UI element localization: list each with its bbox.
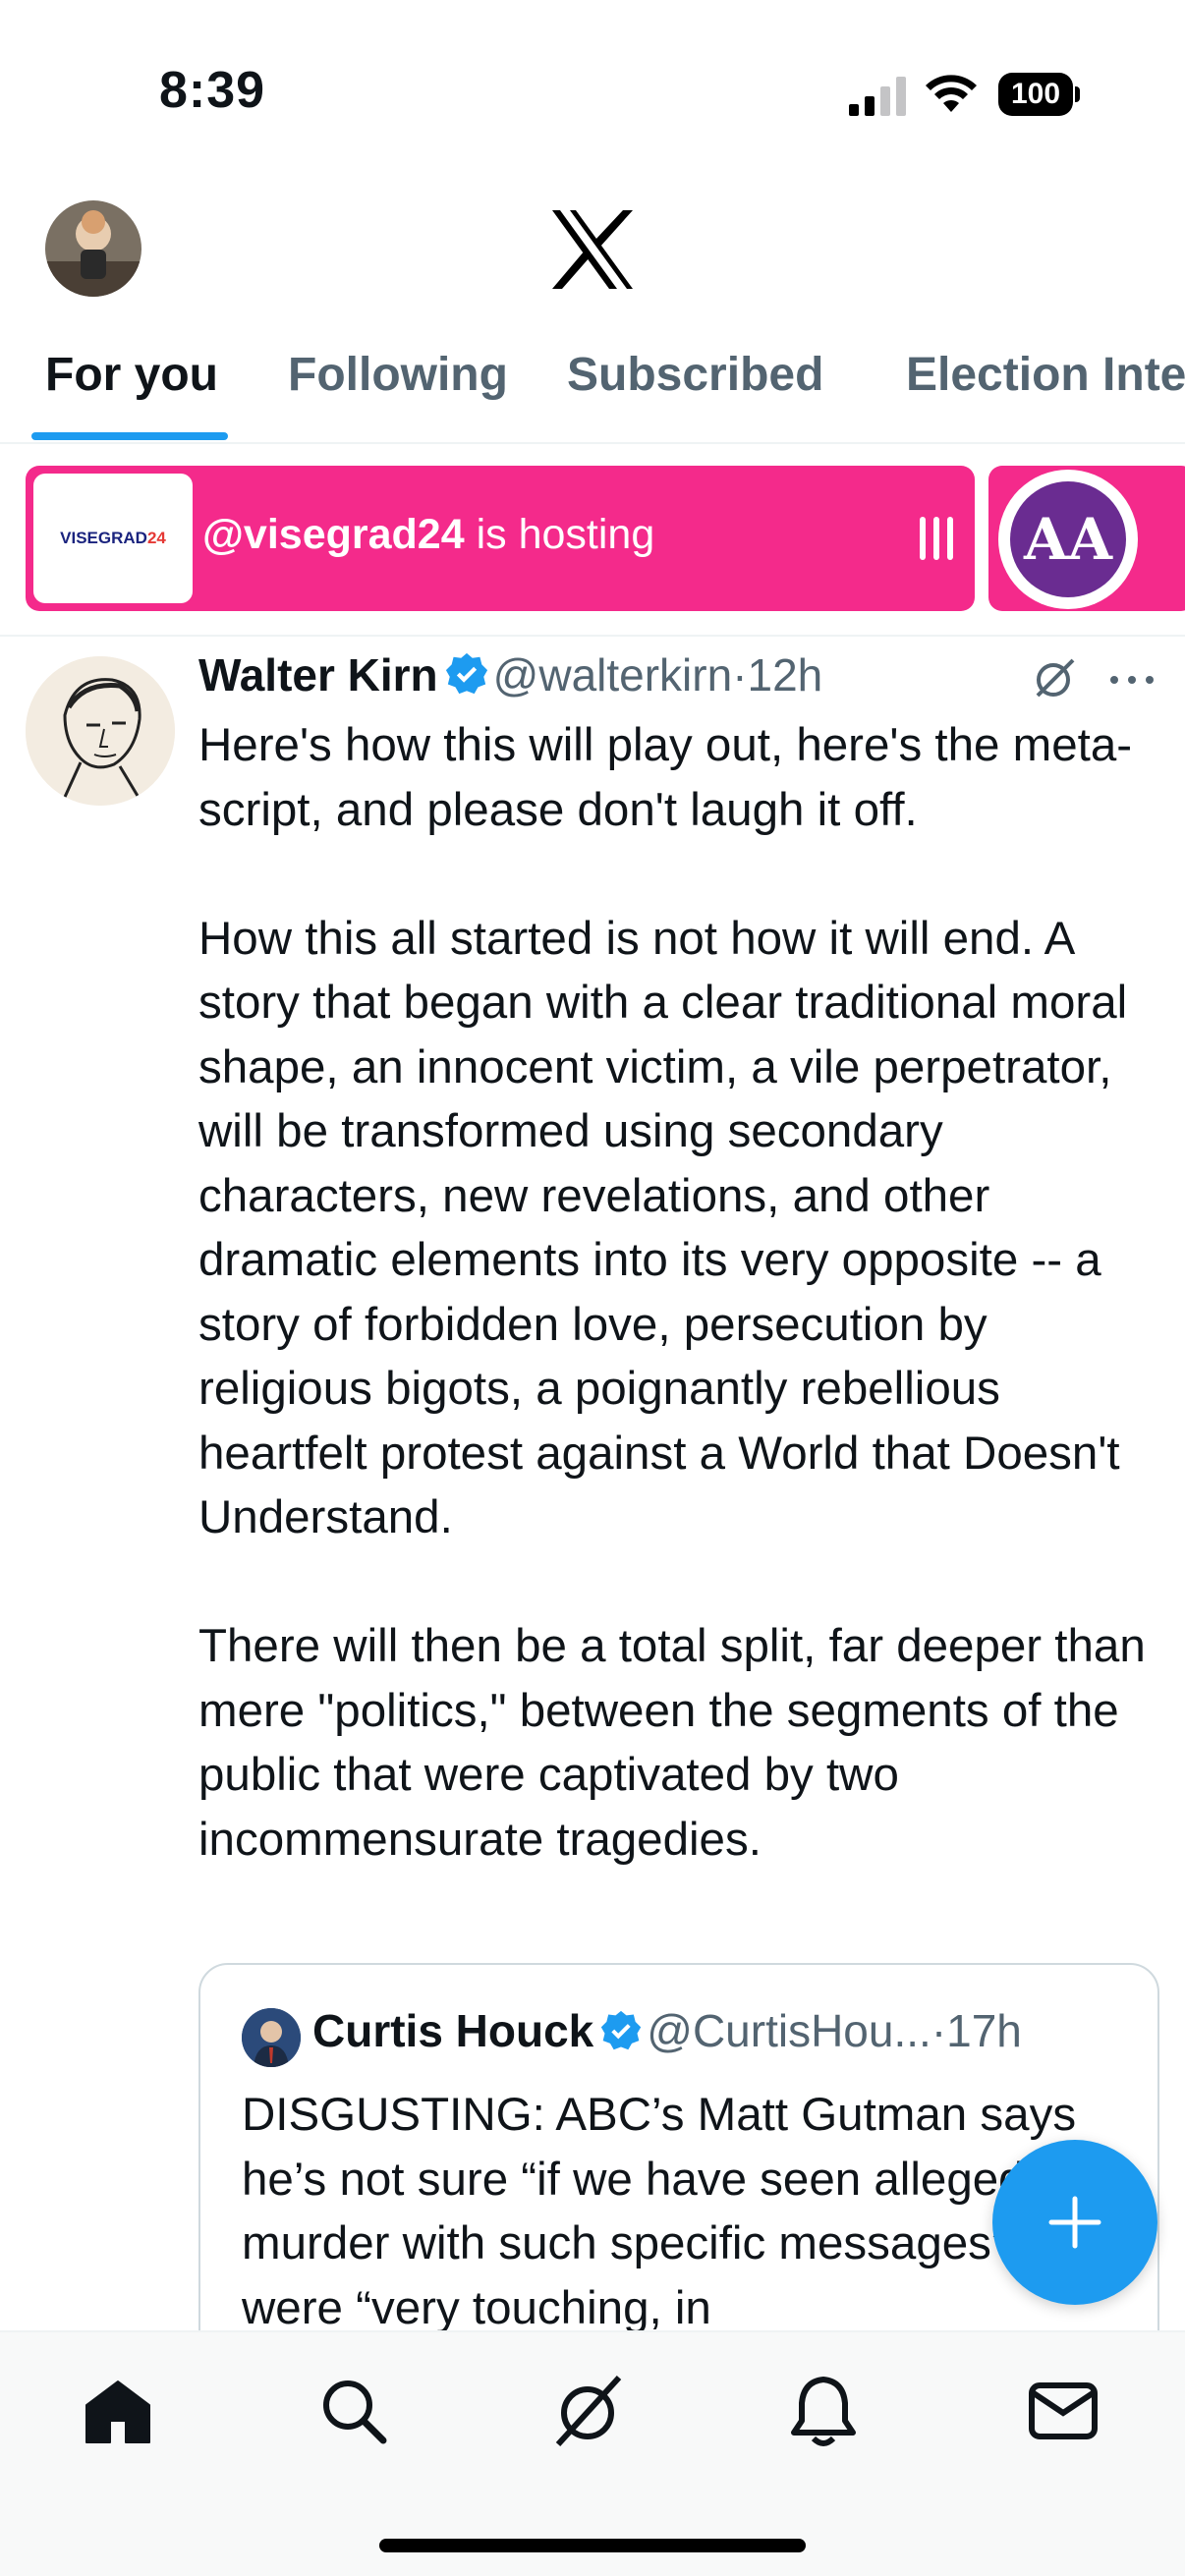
tweet-timestamp[interactable]: 12h bbox=[748, 649, 823, 700]
timeline-tabs: For you Following Subscribed Election In… bbox=[0, 330, 1185, 442]
tab-for-you[interactable]: For you bbox=[45, 348, 218, 402]
grok-icon[interactable] bbox=[1030, 656, 1077, 703]
divider bbox=[0, 442, 1185, 444]
quoted-tweet-header: Curtis Houck @CurtisHou...·17h bbox=[312, 2004, 1022, 2057]
divider bbox=[0, 635, 1185, 637]
x-logo-icon[interactable] bbox=[550, 210, 635, 289]
plus-icon bbox=[1048, 2196, 1101, 2249]
tweet-text: Here's how this will play out, here's th… bbox=[198, 713, 1171, 1872]
tweet-header: Walter Kirn @walterkirn·12h bbox=[198, 648, 822, 707]
notifications-icon bbox=[791, 2377, 856, 2446]
search-icon bbox=[323, 2380, 387, 2444]
profile-avatar[interactable] bbox=[45, 200, 141, 297]
space-host-text: @visegrad24 is hosting bbox=[202, 511, 654, 559]
quoted-author-handle: @CurtisHou... bbox=[647, 2005, 931, 2056]
nav-home[interactable] bbox=[81, 2374, 155, 2448]
tweet-paragraph: How this all started is not how it will … bbox=[198, 912, 1128, 1544]
more-options-icon[interactable] bbox=[1108, 670, 1156, 690]
space-card-academic-agency[interactable]: AA bbox=[988, 466, 1185, 611]
separator-dot: · bbox=[931, 2005, 947, 2056]
wifi-icon bbox=[926, 75, 977, 112]
nav-notifications[interactable] bbox=[786, 2374, 861, 2448]
quoted-tweet-timestamp: 17h bbox=[946, 2005, 1022, 2056]
verified-badge-icon bbox=[601, 2010, 642, 2050]
battery-level: 100 bbox=[998, 73, 1073, 116]
status-time: 8:39 bbox=[159, 62, 266, 119]
nav-grok[interactable] bbox=[550, 2374, 625, 2448]
tweet-author-name[interactable]: Walter Kirn bbox=[198, 649, 438, 700]
active-tab-indicator bbox=[31, 432, 228, 440]
tab-election-integrity[interactable]: Election Inte bbox=[906, 348, 1185, 402]
tab-following[interactable]: Following bbox=[288, 348, 508, 402]
tweet-paragraph: There will then be a total split, far de… bbox=[198, 1620, 1146, 1866]
space-host-handle: @visegrad24 bbox=[202, 511, 465, 558]
quoted-tweet-text: DISGUSTING: ABC’s Matt Gutman says he’s … bbox=[242, 2089, 1099, 2334]
separator-dot: · bbox=[732, 649, 748, 700]
tweet-author-handle[interactable]: @walterkirn bbox=[493, 649, 733, 700]
home-indicator[interactable] bbox=[379, 2539, 806, 2552]
nav-messages[interactable] bbox=[1026, 2374, 1100, 2448]
signal-icon bbox=[849, 77, 906, 116]
academic-agency-logo: AA bbox=[998, 470, 1138, 609]
home-icon bbox=[85, 2380, 150, 2443]
messages-icon bbox=[1029, 2382, 1098, 2439]
battery-icon: 100 bbox=[998, 73, 1081, 116]
bottom-navigation bbox=[0, 2330, 1185, 2576]
tweet-paragraph: Here's how this will play out, here's th… bbox=[198, 719, 1133, 836]
audio-bars-icon bbox=[920, 517, 955, 560]
verified-badge-icon bbox=[445, 652, 487, 695]
visegrad24-logo: VISEGRAD 24 bbox=[33, 474, 193, 603]
space-card[interactable]: VISEGRAD 24 @visegrad24 is hosting bbox=[26, 466, 975, 611]
nav-search[interactable] bbox=[316, 2374, 391, 2448]
grok-icon bbox=[555, 2375, 622, 2447]
tab-subscribed[interactable]: Subscribed bbox=[567, 348, 823, 402]
space-host-suffix: is hosting bbox=[464, 511, 655, 558]
quoted-author-avatar bbox=[242, 2008, 301, 2067]
tweet-author-avatar[interactable] bbox=[26, 656, 175, 806]
compose-post-button[interactable] bbox=[992, 2140, 1157, 2305]
quoted-author-name: Curtis Houck bbox=[312, 2005, 594, 2056]
